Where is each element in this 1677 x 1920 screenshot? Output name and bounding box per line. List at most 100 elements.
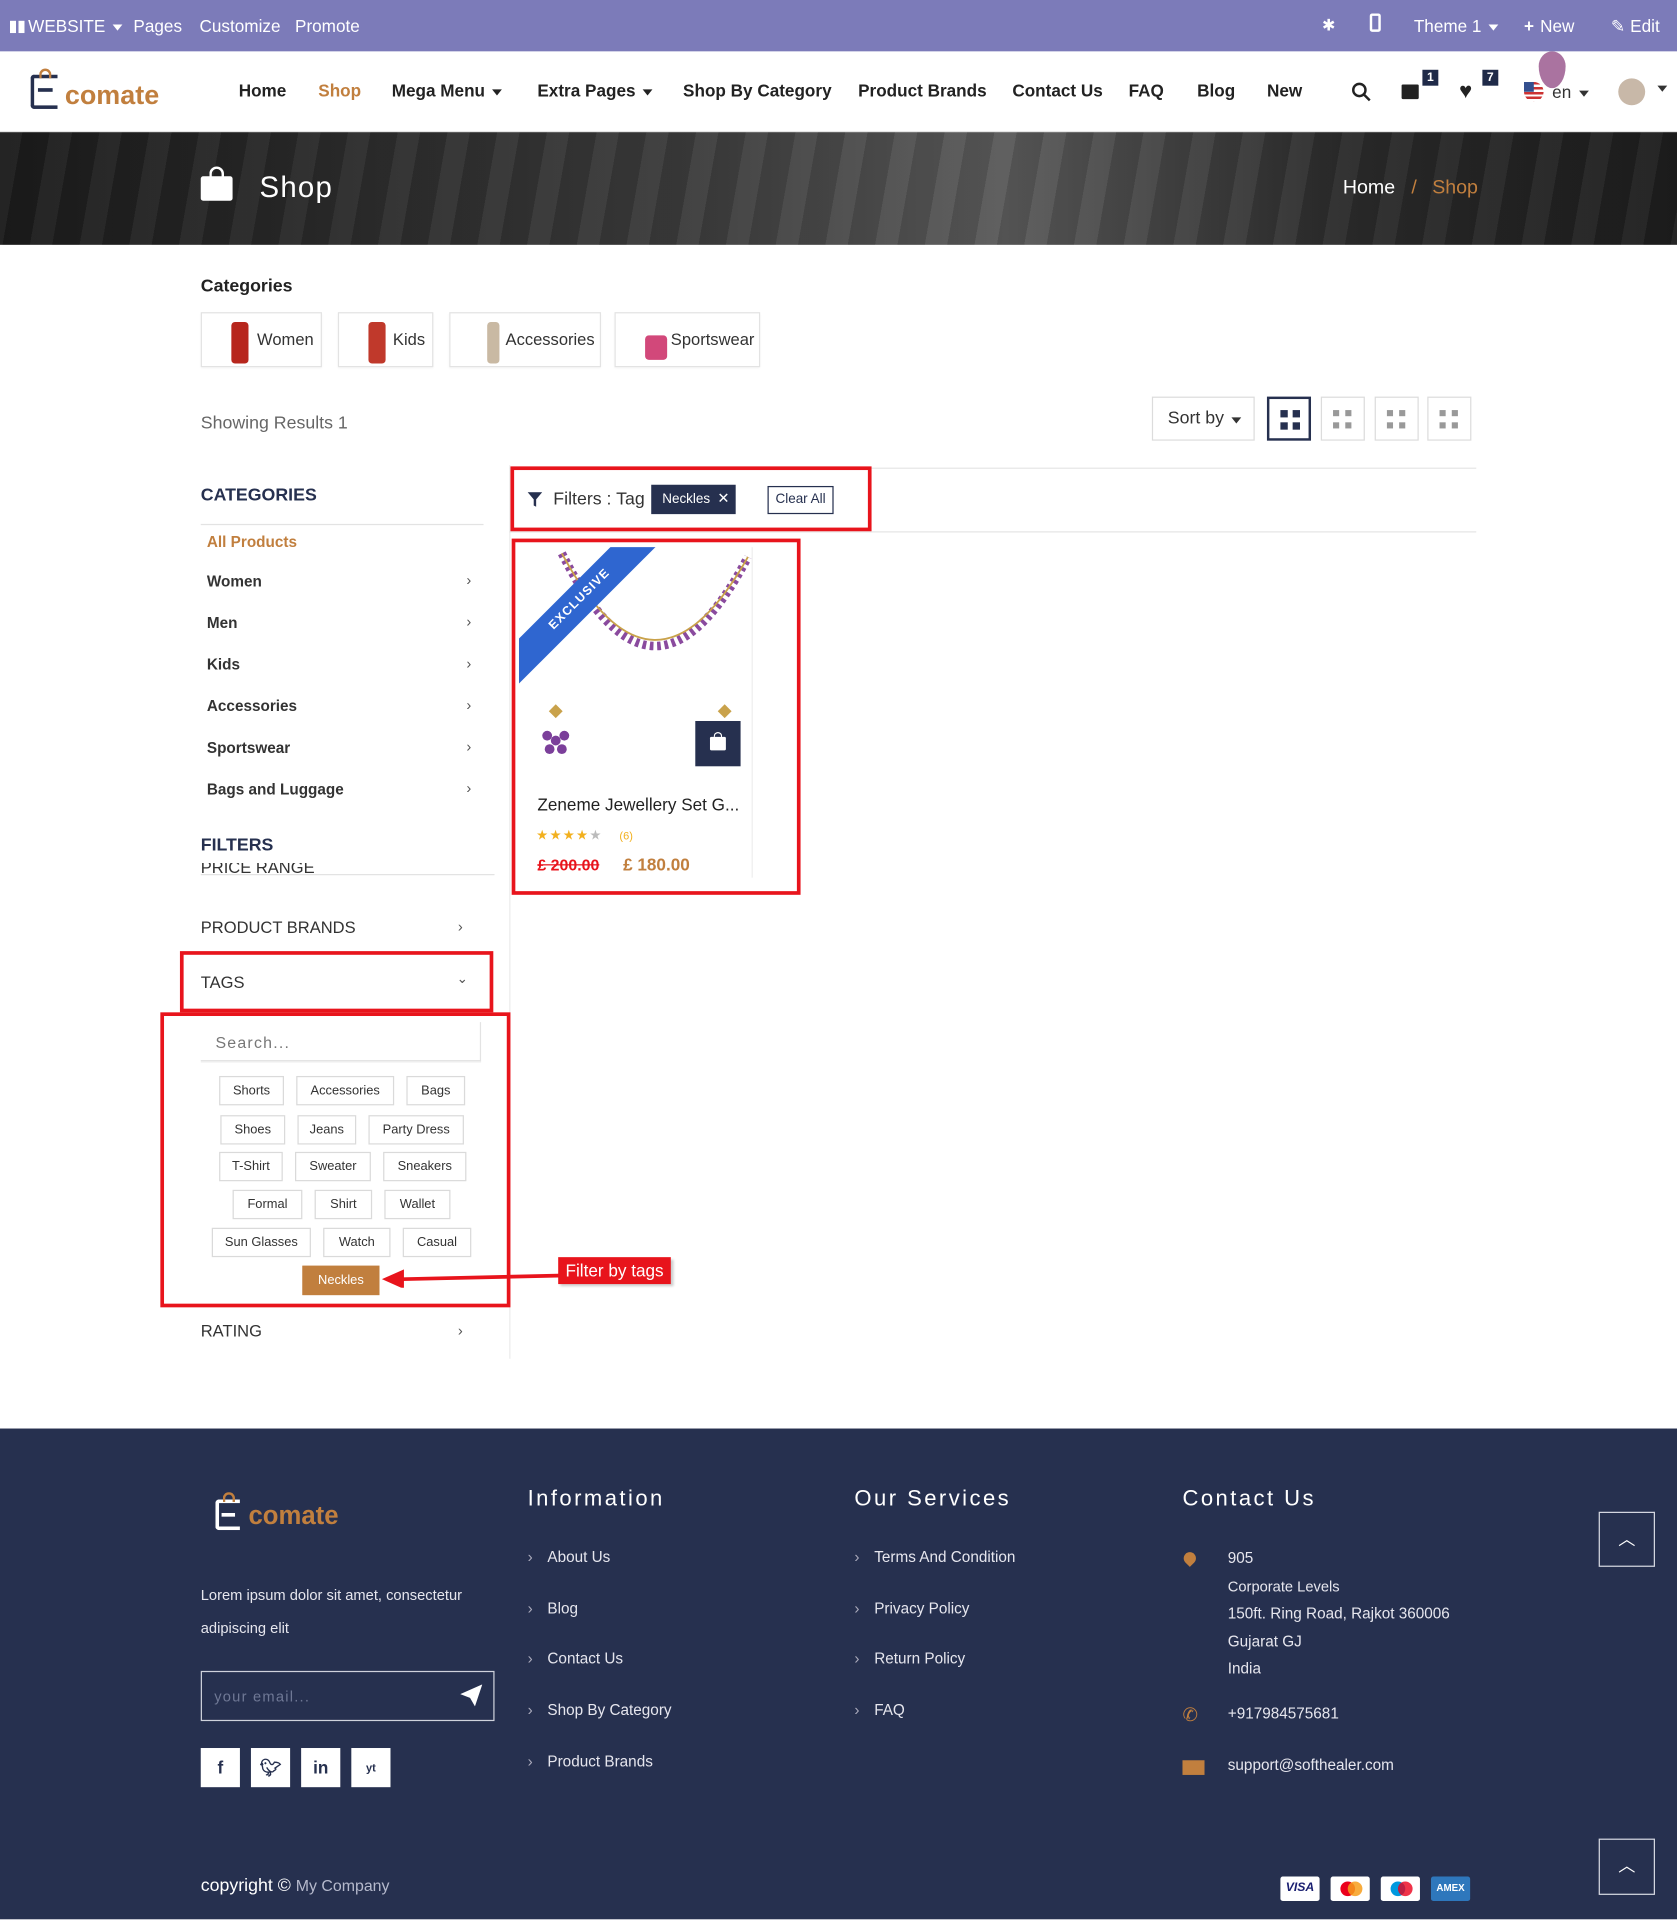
site-header: comate Home Shop Mega Menu Extra Pages S… bbox=[0, 51, 1677, 133]
logo-bag-handle bbox=[39, 68, 52, 79]
chevron-right-icon[interactable]: › bbox=[466, 655, 471, 672]
theme-menu[interactable]: Theme 1 bbox=[1414, 16, 1499, 35]
grid-3-view-button[interactable] bbox=[1320, 396, 1365, 441]
category-all-products[interactable]: All Products bbox=[207, 534, 297, 551]
footer-logo[interactable]: comate bbox=[215, 1492, 368, 1534]
youtube-icon[interactable]: yt bbox=[351, 1748, 391, 1788]
chevron-right-icon[interactable]: › bbox=[466, 613, 471, 630]
customize-menu[interactable]: Customize bbox=[200, 16, 281, 36]
sort-by-dropdown[interactable]: Sort by bbox=[1151, 396, 1255, 441]
contact-phone[interactable]: +917984575681 bbox=[1228, 1705, 1339, 1722]
product-brands-section[interactable]: PRODUCT BRANDS bbox=[201, 918, 356, 936]
rating-section[interactable]: RATING bbox=[201, 1322, 262, 1340]
edit-button[interactable]: ✎ Edit bbox=[1611, 16, 1660, 37]
amex-icon: AMEX bbox=[1430, 1876, 1471, 1902]
company-name[interactable]: My Company bbox=[296, 1877, 390, 1895]
search-icon[interactable] bbox=[1351, 82, 1371, 102]
pages-menu[interactable]: Pages bbox=[133, 16, 182, 36]
nav-shop[interactable]: Shop bbox=[318, 81, 361, 101]
us-flag-icon[interactable] bbox=[1524, 82, 1544, 102]
maestro-icon bbox=[1380, 1876, 1420, 1902]
results-count: Showing Results 1 bbox=[200, 413, 348, 434]
banner-background bbox=[0, 132, 1677, 245]
breadcrumb-current: Shop bbox=[1432, 177, 1478, 199]
chevron-right-icon[interactable]: › bbox=[458, 1322, 463, 1339]
new-button[interactable]: + New bbox=[1524, 16, 1574, 36]
logo-mark-bar bbox=[37, 88, 53, 92]
shop-bag-icon bbox=[200, 166, 233, 201]
footer-link-about-us[interactable]: › About Us bbox=[528, 1548, 611, 1565]
category-chip-women[interactable]: Women bbox=[200, 312, 322, 368]
brand-logo[interactable]: comate bbox=[30, 68, 180, 111]
filters-divider bbox=[200, 874, 495, 876]
list-view-button[interactable] bbox=[1427, 396, 1472, 441]
category-bags-and-luggage[interactable]: Bags and Luggage bbox=[207, 781, 344, 798]
breadcrumb-home[interactable]: Home bbox=[1343, 177, 1395, 199]
user-menu-caret[interactable] bbox=[1657, 85, 1668, 92]
information-heading: Information bbox=[527, 1486, 665, 1511]
bug-icon[interactable]: ✱ bbox=[1322, 16, 1335, 36]
footer-link-terms[interactable]: › Terms And Condition bbox=[854, 1548, 1015, 1565]
chevron-right-icon[interactable]: › bbox=[466, 697, 471, 714]
plus-icon: + bbox=[1524, 15, 1535, 36]
promote-menu[interactable]: Promote bbox=[295, 16, 360, 36]
annotation-callout: Filter by tags bbox=[558, 1257, 671, 1285]
nav-faq[interactable]: FAQ bbox=[1129, 81, 1164, 101]
category-kids[interactable]: Kids bbox=[207, 656, 240, 673]
nav-product-brands[interactable]: Product Brands bbox=[858, 81, 987, 101]
services-heading: Our Services bbox=[854, 1486, 1012, 1511]
footer-link-product-brands[interactable]: › Product Brands bbox=[528, 1753, 653, 1770]
footer-link-contact-us[interactable]: › Contact Us bbox=[528, 1650, 623, 1667]
chevron-right-icon[interactable]: › bbox=[458, 918, 463, 935]
contact-heading: Contact Us bbox=[1182, 1486, 1316, 1511]
copyright-text: copyright © My Company bbox=[200, 1876, 390, 1897]
category-women[interactable]: Women bbox=[207, 573, 262, 590]
category-accessories[interactable]: Accessories bbox=[207, 698, 297, 715]
nav-blog[interactable]: Blog bbox=[1197, 81, 1235, 101]
facebook-icon[interactable]: f bbox=[200, 1748, 240, 1788]
footer-link-faq[interactable]: › FAQ bbox=[854, 1701, 904, 1718]
mobile-preview-icon[interactable] bbox=[1369, 13, 1381, 32]
category-sportswear[interactable]: Sportswear bbox=[207, 739, 290, 756]
chevron-right-icon[interactable]: › bbox=[466, 572, 471, 589]
category-chip-accessories[interactable]: Accessories bbox=[449, 312, 602, 368]
nav-new[interactable]: New bbox=[1267, 81, 1302, 101]
grid-2-view-button[interactable] bbox=[1266, 396, 1312, 441]
newsletter-email-input[interactable]: your email... bbox=[200, 1670, 495, 1722]
category-men[interactable]: Men bbox=[207, 614, 238, 631]
footer-link-return[interactable]: › Return Policy bbox=[854, 1650, 965, 1667]
admin-bar: WEBSITE Pages Customize Promote ✱ Theme … bbox=[0, 0, 1677, 52]
category-chip-sportswear[interactable]: Sportswear bbox=[614, 312, 761, 368]
chevron-right-icon[interactable]: › bbox=[466, 738, 471, 755]
grid-4-view-button[interactable] bbox=[1374, 396, 1419, 441]
phone-icon: ✆ bbox=[1182, 1705, 1198, 1726]
heart-icon[interactable]: ♥ bbox=[1459, 78, 1472, 104]
cart-icon[interactable] bbox=[1401, 84, 1419, 100]
website-menu[interactable]: WEBSITE bbox=[9, 16, 123, 35]
nav-home[interactable]: Home bbox=[239, 81, 287, 101]
scroll-top-button[interactable]: ︿ bbox=[1598, 1838, 1655, 1895]
brand-name: comate bbox=[64, 79, 160, 111]
footer-link-shop-by-category[interactable]: › Shop By Category bbox=[528, 1701, 672, 1718]
annotation-arrow bbox=[381, 1269, 564, 1288]
footer-link-blog[interactable]: › Blog bbox=[528, 1600, 578, 1617]
footer-about-text: Lorem ipsum dolor sit amet, consectetur … bbox=[200, 1586, 463, 1637]
footer-link-privacy[interactable]: › Privacy Policy bbox=[854, 1600, 969, 1617]
annotation-box-filters bbox=[510, 466, 872, 532]
breadcrumb-separator: / bbox=[1411, 177, 1417, 199]
contact-email[interactable]: support@softhealer.com bbox=[1228, 1757, 1394, 1774]
linkedin-icon[interactable]: in bbox=[301, 1748, 341, 1788]
kids-thumbnail bbox=[368, 321, 386, 364]
nav-extra-pages[interactable]: Extra Pages bbox=[537, 81, 653, 100]
category-chip-kids[interactable]: Kids bbox=[337, 312, 434, 368]
user-avatar[interactable] bbox=[1618, 78, 1646, 106]
nav-contact-us[interactable]: Contact Us bbox=[1012, 81, 1102, 101]
scroll-top-button-upper[interactable]: ︿ bbox=[1598, 1511, 1655, 1567]
chevron-right-icon[interactable]: › bbox=[466, 780, 471, 797]
twitter-icon[interactable]: 🐦︎ bbox=[250, 1748, 291, 1788]
page-title: Shop bbox=[259, 171, 334, 205]
nav-mega-menu[interactable]: Mega Menu bbox=[392, 81, 503, 100]
nav-shop-by-category[interactable]: Shop By Category bbox=[683, 81, 832, 101]
footer-brand-name: comate bbox=[248, 1501, 339, 1531]
send-icon[interactable] bbox=[460, 1684, 483, 1707]
